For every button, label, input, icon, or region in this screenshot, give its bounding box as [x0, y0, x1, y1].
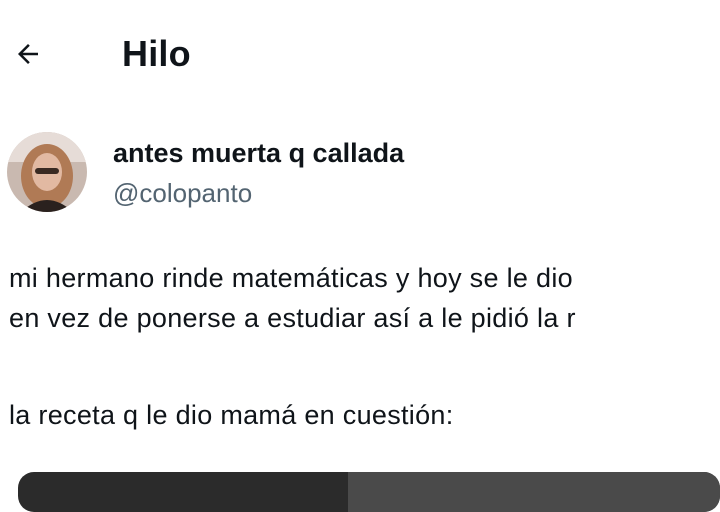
arrow-left-icon: [18, 44, 38, 64]
tweet-text-line: mi hermano rinde matemáticas y hoy se le…: [9, 263, 573, 293]
avatar[interactable]: [7, 132, 87, 212]
tweet-author: antes muerta q callada @colopanto: [0, 128, 720, 218]
tweet-body: mi hermano rinde matemáticas y hoy se le…: [9, 258, 720, 435]
tweet-text-line: la receta q le dio mamá en cuestión:: [9, 400, 454, 430]
thread-header: Hilo: [0, 0, 720, 110]
author-handle[interactable]: @colopanto: [113, 176, 252, 210]
media-image-segment: [348, 472, 720, 512]
back-button[interactable]: [10, 36, 46, 72]
author-display-name[interactable]: antes muerta q callada: [113, 136, 404, 170]
tweet-text-line: en vez de ponerse a estudiar así a le pi…: [9, 303, 576, 333]
page-title: Hilo: [122, 33, 191, 74]
avatar-photo: [7, 132, 87, 212]
tweet-media-image[interactable]: [18, 472, 720, 512]
